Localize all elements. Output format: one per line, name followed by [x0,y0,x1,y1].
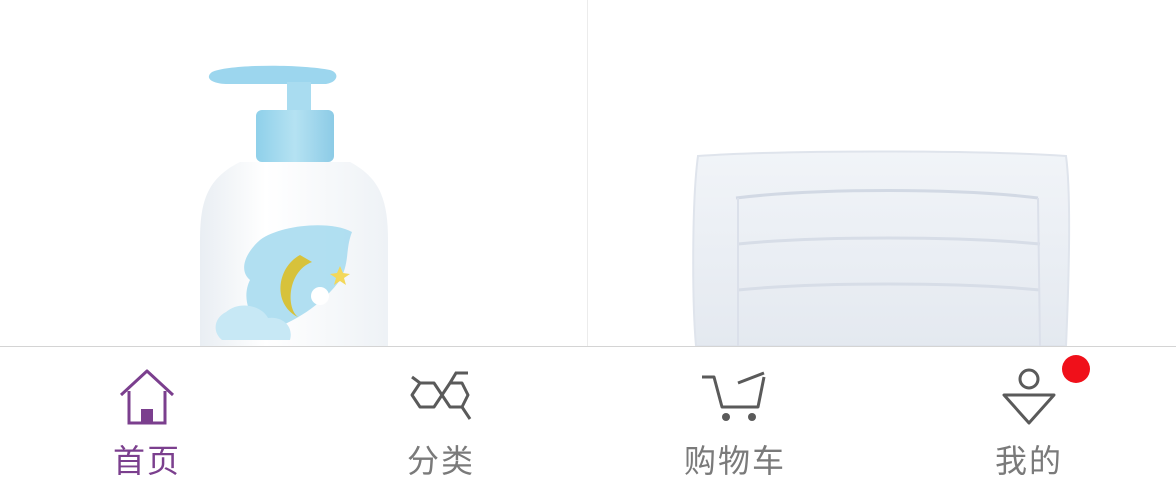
tab-home-label: 首页 [112,442,181,480]
tab-profile-label: 我的 [994,442,1063,480]
tab-cart[interactable]: 购物车 [588,347,882,503]
tab-profile[interactable]: 我的 [882,347,1176,503]
tab-home[interactable]: 首页 [0,347,294,503]
bottom-tab-bar: 首页 分类 购物车 我的 [0,346,1176,503]
app-page: 首页 分类 购物车 我的 [0,0,1176,503]
product-grid [0,0,1176,346]
profile-icon [1002,368,1056,425]
product-card-lotion[interactable] [0,0,587,346]
tab-cart-label: 购物车 [683,442,786,480]
cart-icon [702,371,766,421]
tab-category-label: 分类 [406,442,475,480]
lotion-bottle-image [200,65,388,346]
product-card-pillow[interactable] [588,0,1176,346]
home-icon [119,369,175,425]
notification-badge [1062,355,1090,383]
category-icon [410,371,472,420]
tab-category[interactable]: 分类 [294,347,588,503]
pillow-image [692,150,1071,346]
